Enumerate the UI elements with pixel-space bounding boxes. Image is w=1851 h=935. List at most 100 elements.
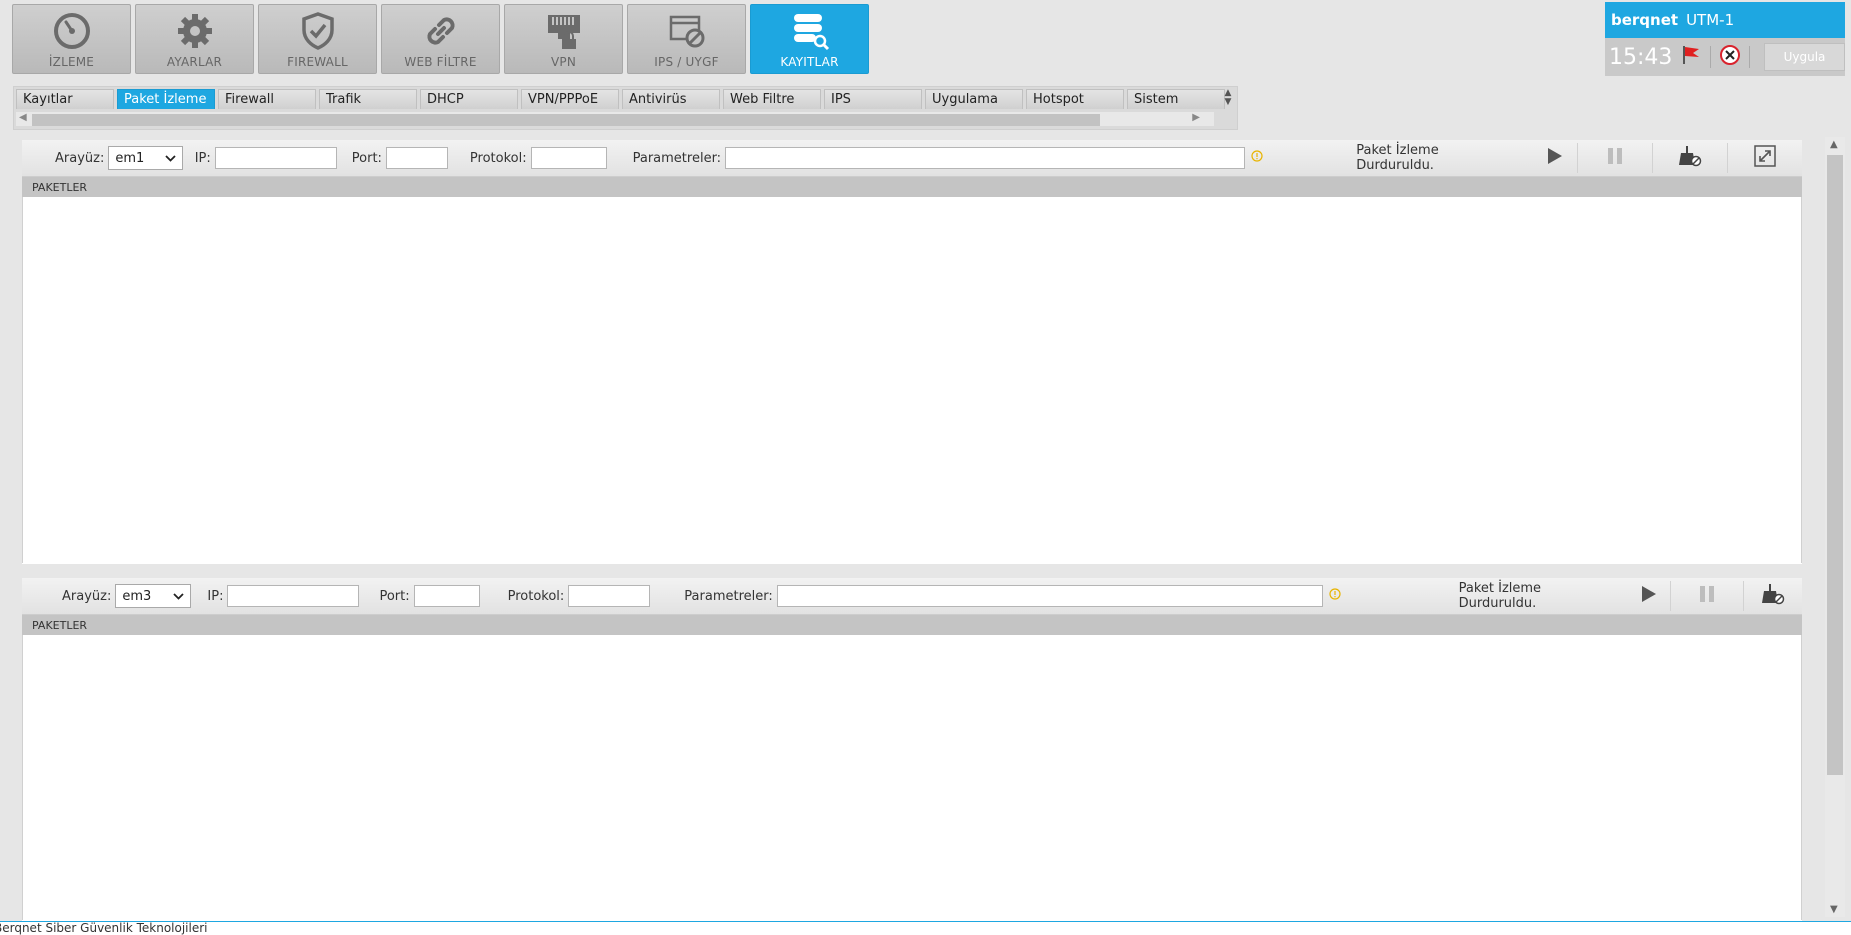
- flag-icon[interactable]: [1680, 44, 1702, 70]
- nav-firewall[interactable]: FIREWALL: [258, 4, 377, 74]
- divider: [1710, 46, 1712, 68]
- caret-down-icon[interactable]: ▼: [1225, 98, 1232, 107]
- params-input[interactable]: [776, 585, 1323, 607]
- window-block-icon: [665, 9, 709, 53]
- tab-ips[interactable]: IPS: [824, 89, 922, 109]
- scroll-up-icon[interactable]: ▲: [1830, 139, 1838, 150]
- tab-paket-izleme[interactable]: Paket İzleme: [117, 89, 215, 109]
- page-vertical-scrollbar[interactable]: ▲ ▼: [1825, 137, 1845, 917]
- tab-web-filtre[interactable]: Web Filtre: [723, 89, 821, 109]
- capture-toolbar: Arayüz: em1 IP: Port: Protokol: Parametr…: [22, 140, 1802, 177]
- database-search-icon: [788, 9, 832, 53]
- tab-sistem[interactable]: Sistem: [1127, 89, 1225, 109]
- nav-kayitlar[interactable]: KAYITLAR: [750, 4, 869, 74]
- brand-controls: 15:43 Uygula: [1605, 38, 1846, 76]
- nav-izleme[interactable]: İZLEME: [12, 4, 131, 74]
- clear-button[interactable]: [1742, 581, 1802, 611]
- tab-dhcp[interactable]: DHCP: [420, 89, 518, 109]
- pause-icon: [1699, 585, 1715, 607]
- main-nav: İZLEME AYARLAR FIREWALL WEB FİLTRE VPN I…: [12, 4, 869, 74]
- pause-button[interactable]: [1576, 143, 1652, 173]
- brand-logo: berqnet: [1611, 11, 1679, 29]
- device-name: UTM-1: [1686, 11, 1735, 29]
- nav-label: WEB FİLTRE: [404, 55, 477, 69]
- scroll-down-icon[interactable]: ▼: [1830, 904, 1838, 915]
- params-label: Parametreler:: [632, 150, 722, 166]
- tab-kayitlar[interactable]: Kayıtlar: [16, 89, 114, 109]
- nav-ips-uygf[interactable]: IPS / UYGF: [627, 4, 746, 74]
- nav-web-filtre[interactable]: WEB FİLTRE: [381, 4, 500, 74]
- protocol-label: Protokol:: [469, 150, 527, 166]
- chevron-down-icon: [165, 151, 176, 166]
- play-button[interactable]: [1532, 143, 1577, 173]
- play-button[interactable]: [1627, 581, 1670, 611]
- scroll-left-icon[interactable]: ◀: [19, 112, 27, 123]
- play-icon: [1547, 147, 1563, 169]
- log-tabs: Kayıtlar Paket İzleme Firewall Trafik DH…: [13, 86, 1238, 130]
- divider: [1749, 46, 1750, 68]
- packets-header: PAKETLER: [22, 177, 1802, 197]
- info-icon[interactable]: [1329, 588, 1341, 604]
- interface-label: Arayüz:: [55, 150, 105, 166]
- interface-label: Arayüz:: [62, 588, 112, 604]
- protocol-input[interactable]: [530, 147, 607, 169]
- gauge-icon: [50, 9, 94, 53]
- ip-input[interactable]: [227, 585, 360, 607]
- scrollbar-thumb[interactable]: [32, 114, 1100, 126]
- tab-vpn-pppoe[interactable]: VPN/PPPoE: [521, 89, 619, 109]
- ip-label: IP:: [207, 588, 224, 604]
- tab-trafik[interactable]: Trafik: [319, 89, 417, 109]
- packets-list[interactable]: [22, 197, 1802, 563]
- interface-select[interactable]: em1: [108, 146, 183, 170]
- interface-value: em1: [115, 150, 145, 166]
- pause-button[interactable]: [1670, 581, 1742, 611]
- packets-list[interactable]: [22, 635, 1802, 920]
- nav-label: İZLEME: [48, 55, 95, 69]
- port-label: Port:: [379, 588, 410, 604]
- nav-label: FIREWALL: [287, 55, 348, 69]
- apply-button[interactable]: Uygula: [1764, 43, 1846, 71]
- scrollbar-thumb[interactable]: [1827, 155, 1843, 775]
- protocol-label: Protokol:: [507, 588, 565, 604]
- clear-button[interactable]: [1651, 143, 1727, 173]
- nav-label: KAYITLAR: [780, 55, 839, 69]
- packets-header: PAKETLER: [22, 615, 1802, 635]
- tab-uygulama[interactable]: Uygulama: [925, 89, 1023, 109]
- tab-firewall[interactable]: Firewall: [218, 89, 316, 109]
- broom-clear-icon: [1761, 583, 1785, 609]
- tab-strip: Kayıtlar Paket İzleme Firewall Trafik DH…: [16, 89, 1225, 109]
- ip-input[interactable]: [214, 147, 337, 169]
- nav-label: VPN: [550, 55, 577, 69]
- scroll-right-icon[interactable]: ▶: [1192, 112, 1200, 123]
- port-input[interactable]: [413, 585, 480, 607]
- protocol-input[interactable]: [568, 585, 651, 607]
- tabs-horizontal-scrollbar[interactable]: ◀ ▶: [16, 112, 1214, 126]
- capture-toolbar: Arayüz: em3 IP: Port: Protokol: Parametr…: [22, 578, 1802, 615]
- brand-header: berqnet UTM-1: [1605, 2, 1845, 38]
- packet-capture-panel-1: Arayüz: em1 IP: Port: Protokol: Parametr…: [22, 140, 1802, 564]
- interface-select[interactable]: em3: [115, 584, 192, 608]
- packet-capture-panel-2: Arayüz: em3 IP: Port: Protokol: Parametr…: [22, 578, 1802, 921]
- close-circle-icon[interactable]: [1719, 44, 1741, 70]
- tab-antivirus[interactable]: Antivirüs: [622, 89, 720, 109]
- nav-label: IPS / UYGF: [654, 55, 719, 69]
- footer: Berqnet Siber Güvenlik Teknolojileri: [0, 921, 1851, 935]
- tab-hotspot[interactable]: Hotspot: [1026, 89, 1124, 109]
- interface-value: em3: [122, 588, 152, 604]
- tab-scroll-arrows[interactable]: ▲ ▼: [1219, 87, 1237, 109]
- brand-panel: berqnet UTM-1 15:43 Uygula: [1605, 2, 1846, 76]
- port-input[interactable]: [385, 147, 448, 169]
- nav-vpn[interactable]: VPN: [504, 4, 623, 74]
- nav-label: AYARLAR: [166, 55, 223, 69]
- expand-icon: [1754, 145, 1776, 171]
- capture-status: Paket İzleme Durduruldu.: [1458, 581, 1542, 611]
- link-icon: [419, 9, 463, 53]
- pause-icon: [1607, 147, 1623, 169]
- info-icon[interactable]: [1251, 150, 1263, 166]
- params-input[interactable]: [725, 147, 1246, 169]
- shield-icon: [296, 9, 340, 53]
- expand-button[interactable]: [1726, 143, 1802, 173]
- params-label: Parametreler:: [684, 588, 773, 604]
- nav-ayarlar[interactable]: AYARLAR: [135, 4, 254, 74]
- ip-label: IP:: [194, 150, 211, 166]
